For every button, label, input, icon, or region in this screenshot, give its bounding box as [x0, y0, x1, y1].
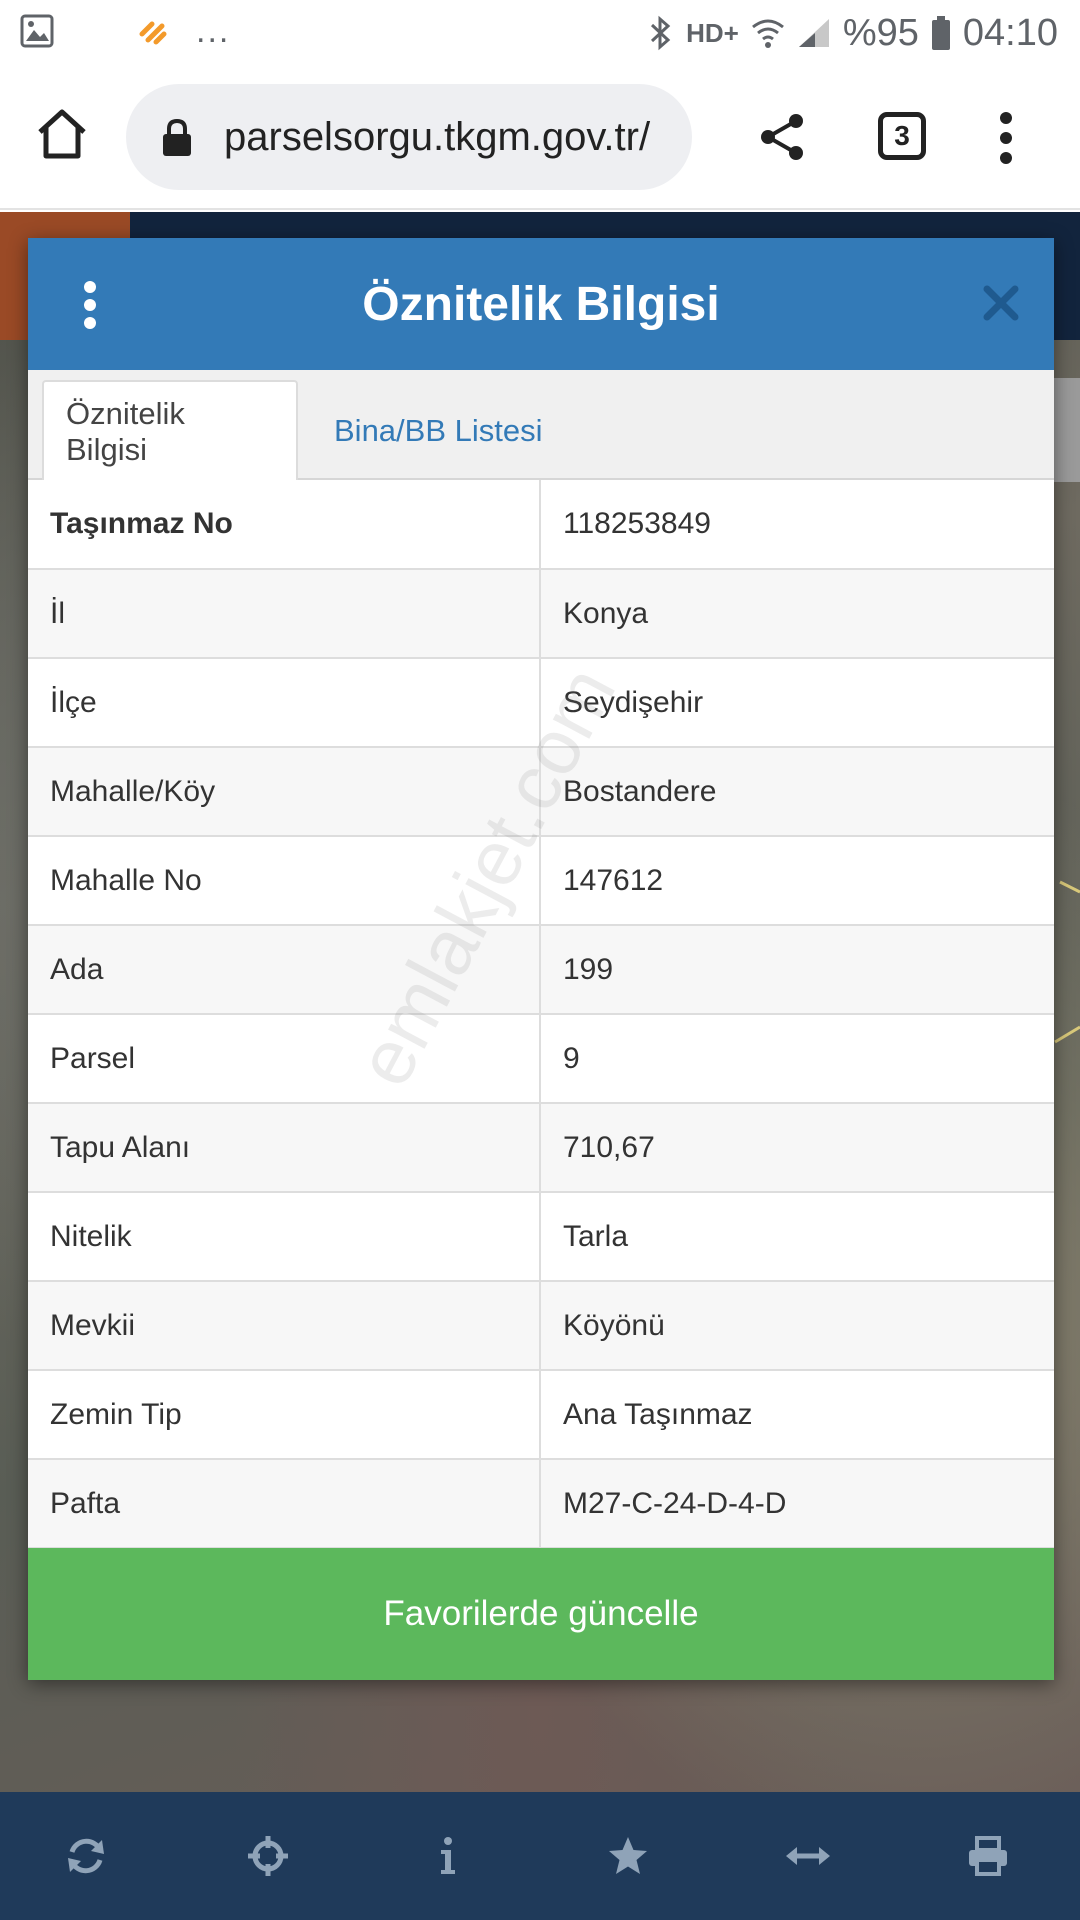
- more-vert-icon[interactable]: [996, 110, 1016, 166]
- signal-icon: [798, 19, 829, 47]
- modal-title: Öznitelik Bilgisi: [362, 277, 720, 331]
- row-key: Parsel: [28, 1014, 541, 1104]
- row-key: İlçe: [28, 658, 541, 748]
- status-overflow-dots: ...: [196, 12, 231, 50]
- app-notification-icon: [139, 21, 167, 45]
- attribute-info-modal: Öznitelik Bilgisi Öznitelik Bilgisi Bina…: [28, 238, 1054, 1680]
- table-row: Nitelik Tarla: [28, 1192, 1054, 1282]
- wifi-icon: [751, 19, 784, 48]
- row-value: 147612: [540, 836, 1054, 926]
- browser-toolbar: parselsorgu.tkgm.gov.tr/ 3: [0, 66, 1080, 210]
- row-key: Mahalle/Köy: [28, 747, 541, 837]
- address-bar[interactable]: parselsorgu.tkgm.gov.tr/: [126, 84, 692, 190]
- row-key: Taşınmaz No: [28, 480, 541, 570]
- row-key: Tapu Alanı: [28, 1103, 541, 1193]
- table-row: Mevkii Köyönü: [28, 1281, 1054, 1371]
- battery-percent: %95: [842, 11, 919, 54]
- tab-label: Öznitelik Bilgisi: [66, 396, 185, 467]
- star-icon: [609, 1837, 647, 1874]
- status-right: HD+ %95 04:10: [648, 10, 1058, 56]
- table-row: İlçe Seydişehir: [28, 658, 1054, 748]
- row-value: Konya: [540, 569, 1054, 659]
- row-key: Mahalle No: [28, 836, 541, 926]
- attribute-table: Taşınmaz No 118253849 İl Konya İlçe Seyd…: [28, 480, 1054, 1549]
- battery-icon: [931, 16, 950, 50]
- table-row: Mahalle/Köy Bostandere: [28, 747, 1054, 837]
- crosshair-icon: [248, 1836, 288, 1876]
- status-bar: ... HD+ %95 04:10: [0, 0, 1080, 66]
- measure-arrows-icon: [786, 1847, 830, 1865]
- tab-label: Bina/BB Listesi: [334, 413, 543, 448]
- bluetooth-icon: [651, 15, 671, 51]
- row-key: İl: [28, 569, 541, 659]
- status-left: ...: [20, 14, 230, 48]
- row-key: Zemin Tip: [28, 1370, 541, 1460]
- clock-time: 04:10: [962, 11, 1058, 54]
- row-value: 710,67: [540, 1103, 1054, 1193]
- table-row: Parsel 9: [28, 1014, 1054, 1104]
- table-row: İl Konya: [28, 569, 1054, 659]
- row-value: Ana Taşınmaz: [540, 1370, 1054, 1460]
- map-scrollbar[interactable]: [1052, 378, 1080, 482]
- table-row: Pafta M27-C-24-D-4-D: [28, 1459, 1054, 1549]
- row-value: M27-C-24-D-4-D: [540, 1459, 1054, 1549]
- modal-tabs: Öznitelik Bilgisi Bina/BB Listesi: [28, 370, 1054, 482]
- refresh-button[interactable]: [56, 1826, 116, 1886]
- measure-button[interactable]: [778, 1826, 838, 1886]
- row-value: 118253849: [540, 480, 1054, 570]
- row-value: Bostandere: [540, 747, 1054, 837]
- table-row: Taşınmaz No 118253849: [28, 480, 1054, 570]
- image-icon: [20, 14, 54, 48]
- share-icon[interactable]: [758, 112, 808, 162]
- more-vert-icon[interactable]: [82, 280, 98, 330]
- tabs-button[interactable]: 3: [878, 112, 926, 160]
- url-text[interactable]: parselsorgu.tkgm.gov.tr/: [224, 115, 650, 160]
- row-key: Mevkii: [28, 1281, 541, 1371]
- locate-button[interactable]: [238, 1826, 298, 1886]
- row-key: Ada: [28, 925, 541, 1015]
- tab-building-list[interactable]: Bina/BB Listesi: [312, 380, 565, 482]
- row-value: Tarla: [540, 1192, 1054, 1282]
- row-key: Nitelik: [28, 1192, 541, 1282]
- tab-attribute-info[interactable]: Öznitelik Bilgisi: [42, 380, 298, 482]
- bottom-toolbar: [0, 1792, 1080, 1920]
- row-value: Seydişehir: [540, 658, 1054, 748]
- close-icon[interactable]: [982, 284, 1020, 322]
- row-value: 9: [540, 1014, 1054, 1104]
- table-row: Zemin Tip Ana Taşınmaz: [28, 1370, 1054, 1460]
- table-row: Tapu Alanı 710,67: [28, 1103, 1054, 1193]
- tab-count: 3: [894, 120, 910, 151]
- table-row: Ada 199: [28, 925, 1054, 1015]
- favorites-button[interactable]: [598, 1826, 658, 1886]
- print-button[interactable]: [958, 1826, 1018, 1886]
- update-favorites-button[interactable]: Favorilerde güncelle: [28, 1548, 1054, 1680]
- network-type-label: HD+: [686, 17, 739, 48]
- modal-header: Öznitelik Bilgisi: [28, 238, 1054, 370]
- info-button[interactable]: [418, 1826, 478, 1886]
- lock-icon: [163, 118, 191, 156]
- info-icon: [441, 1837, 455, 1874]
- row-value: Köyönü: [540, 1281, 1054, 1371]
- row-value: 199: [540, 925, 1054, 1015]
- row-key: Pafta: [28, 1459, 541, 1549]
- home-icon[interactable]: [34, 106, 90, 162]
- table-row: Mahalle No 147612: [28, 836, 1054, 926]
- refresh-icon: [68, 1838, 104, 1874]
- print-icon: [969, 1836, 1007, 1876]
